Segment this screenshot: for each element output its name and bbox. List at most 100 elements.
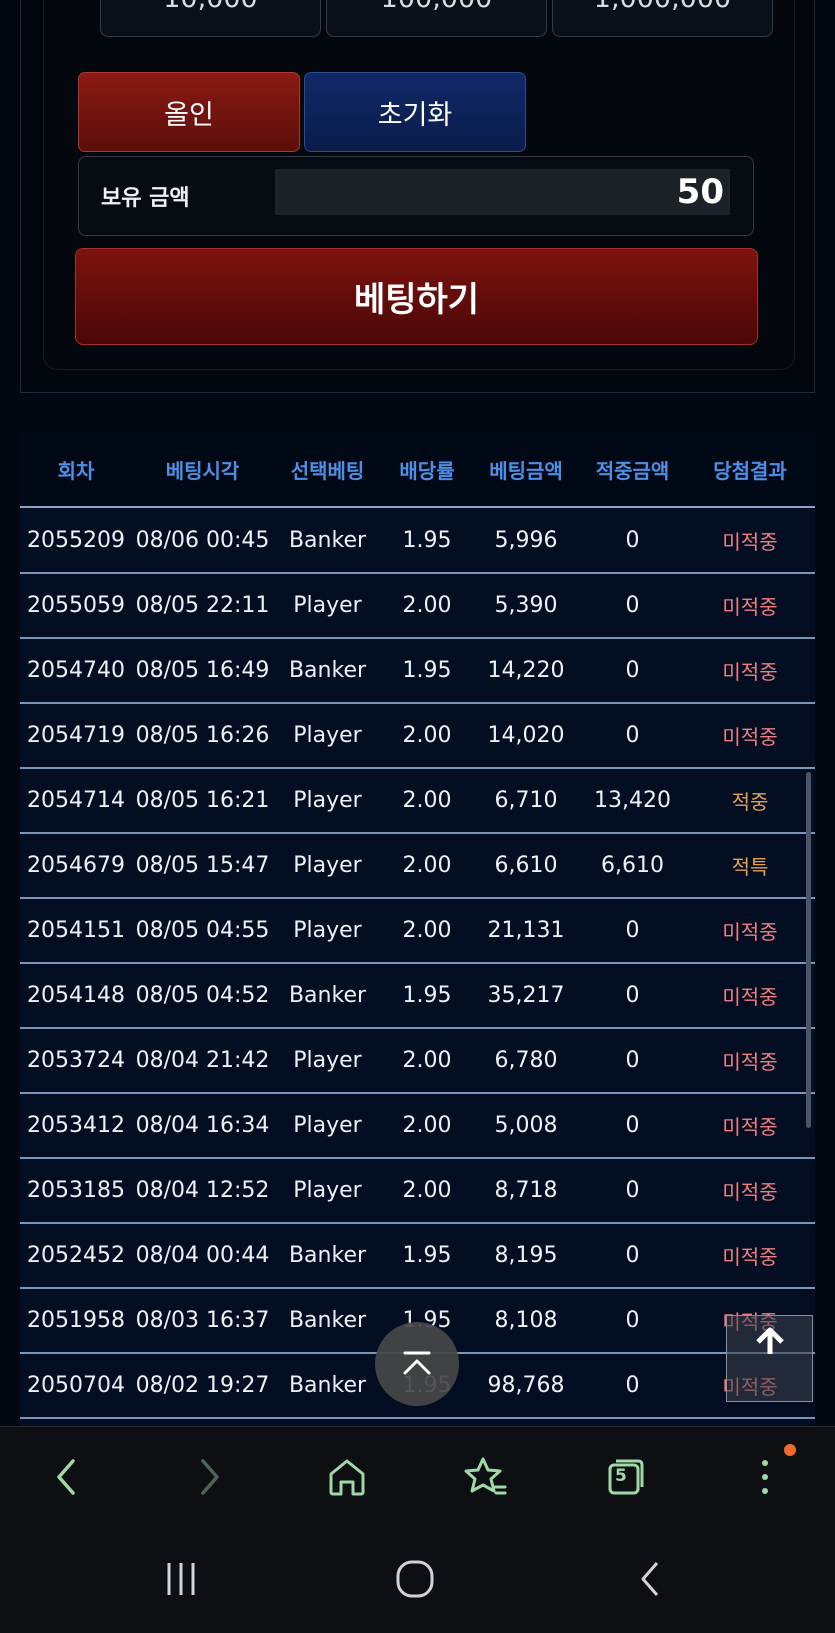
table-header: 회차 베팅시각 선택베팅 배당률 베팅금액 적중금액 당첨결과 (20, 430, 815, 508)
round-cell: 2053412 (27, 1113, 125, 1138)
recent-apps-button[interactable] (151, 1554, 211, 1604)
table-row: 2054679 08/05 15:47 Player 2.00 6,610 6,610 적특 (20, 834, 815, 899)
odds-cell: 2.00 (402, 788, 452, 813)
bet-time-cell: 08/05 16:49 (135, 658, 270, 683)
round-cell: 2055059 (27, 593, 125, 618)
bet-time-cell: 08/04 16:34 (135, 1113, 270, 1138)
round-cell: 2054714 (27, 788, 125, 813)
result-cell: 적특 (731, 855, 769, 879)
odds-cell: 2.00 (402, 1113, 452, 1138)
recent-apps-icon (167, 1563, 195, 1595)
bet-time-cell: 08/05 15:47 (135, 853, 270, 878)
result-cell: 미적중 (722, 1115, 778, 1139)
result-cell: 미적중 (722, 1245, 778, 1269)
tab-count: 5 (615, 1466, 627, 1486)
round-cell: 2054719 (27, 723, 125, 748)
selection-cell: Player (293, 723, 362, 748)
result-cell: 미적중 (722, 530, 778, 554)
selection-cell: Player (293, 918, 362, 943)
back-icon (57, 1459, 75, 1495)
table-row: 2053724 08/04 21:42 Player 2.00 6,780 0 미적중 (20, 1029, 815, 1094)
back-button[interactable] (38, 1449, 94, 1505)
bet-amount-cell: 98,768 (487, 1373, 565, 1398)
round-cell: 2054740 (27, 658, 125, 683)
chip-1000000-button[interactable]: 1,000,000 (552, 0, 773, 37)
win-amount-cell: 0 (625, 1113, 640, 1138)
column-header: 회차 (57, 458, 95, 483)
win-amount-cell: 0 (625, 658, 640, 683)
selection-cell: Player (293, 788, 362, 813)
table-scrollbar[interactable] (806, 772, 811, 1128)
selection-cell: Banker (288, 1308, 367, 1333)
tabs-button[interactable]: 5 (598, 1449, 654, 1505)
balance-value: 50 (275, 169, 730, 215)
table-row: 2054148 08/05 04:52 Banker 1.95 35,217 0 미적중 (20, 964, 815, 1029)
bet-time-cell: 08/04 21:42 (135, 1048, 270, 1073)
selection-cell: Player (293, 593, 362, 618)
odds-cell: 2.00 (402, 723, 452, 748)
bet-amount-cell: 21,131 (487, 918, 565, 943)
allin-button[interactable]: 올인 (78, 72, 300, 152)
bet-time-cell: 08/02 19:27 (135, 1373, 270, 1398)
bet-time-cell: 08/05 16:26 (135, 723, 270, 748)
bet-amount-cell: 35,217 (487, 983, 565, 1008)
round-cell: 2050704 (27, 1373, 125, 1398)
bet-amount-cell: 8,108 (494, 1308, 558, 1333)
selection-cell: Banker (288, 1373, 367, 1398)
selection-cell: Player (293, 1113, 362, 1138)
table-row: 2054714 08/05 16:21 Player 2.00 6,710 13,420 적… (20, 769, 815, 834)
bet-amount-cell: 5,008 (494, 1113, 558, 1138)
system-home-button[interactable] (385, 1554, 445, 1604)
bookmarks-button[interactable] (458, 1449, 514, 1505)
forward-button[interactable] (182, 1449, 238, 1505)
bet-time-cell: 08/06 00:45 (135, 528, 270, 553)
win-amount-cell: 0 (625, 1048, 640, 1073)
bet-amount-cell: 14,020 (487, 723, 565, 748)
bet-time-cell: 08/05 16:21 (135, 788, 270, 813)
odds-cell: 1.95 (402, 983, 452, 1008)
odds-cell: 1.95 (402, 528, 452, 553)
odds-cell: 1.95 (402, 658, 452, 683)
more-icon (762, 1460, 768, 1494)
bet-history-table[interactable]: 회차 베팅시각 선택베팅 배당률 베팅금액 적중금액 당첨결과 2055209 08/06 0… (20, 430, 815, 1426)
bet-time-cell: 08/05 04:52 (135, 983, 270, 1008)
chip-100000-button[interactable]: 100,000 (326, 0, 547, 37)
system-back-button[interactable] (620, 1554, 680, 1604)
win-amount-cell: 0 (625, 918, 640, 943)
result-cell: 미적중 (722, 1050, 778, 1074)
table-row: 2054719 08/05 16:26 Player 2.00 14,020 0 미적중 (20, 704, 815, 769)
more-menu-button[interactable] (737, 1449, 793, 1505)
odds-cell: 2.00 (402, 593, 452, 618)
chip-10000-button[interactable]: 10,000 (100, 0, 321, 37)
table-row: 2053185 08/04 12:52 Player 2.00 8,718 0 미적중 (20, 1159, 815, 1224)
table-row: 2053412 08/04 16:34 Player 2.00 5,008 0 미적중 (20, 1094, 815, 1159)
scroll-to-top-button[interactable] (375, 1322, 459, 1406)
result-cell: 미적중 (722, 1180, 778, 1204)
reset-button[interactable]: 초기화 (304, 72, 526, 152)
chip-label: 10,000 (163, 0, 257, 14)
odds-cell: 2.00 (402, 1178, 452, 1203)
bet-amount-cell: 14,220 (487, 658, 565, 683)
win-amount-cell: 0 (625, 1178, 640, 1203)
system-back-icon (641, 1562, 659, 1596)
round-cell: 2053185 (27, 1178, 125, 1203)
win-amount-cell: 0 (625, 593, 640, 618)
table-row: 2052452 08/04 00:44 Banker 1.95 8,195 0 미적중 (20, 1224, 815, 1289)
round-cell: 2055209 (27, 528, 125, 553)
column-header: 선택베팅 (290, 458, 365, 483)
win-amount-cell: 13,420 (594, 788, 671, 813)
result-cell: 미적중 (722, 725, 778, 749)
odds-cell: 2.00 (402, 918, 452, 943)
result-cell: 미적중 (722, 660, 778, 684)
result-cell: 미적중 (722, 920, 778, 944)
chip-label: 1,000,000 (594, 0, 731, 14)
home-button[interactable] (319, 1449, 375, 1505)
odds-cell: 1.95 (402, 1243, 452, 1268)
scroll-top-icon (403, 1351, 431, 1375)
bet-amount-cell: 6,780 (494, 1048, 558, 1073)
bet-time-cell: 08/03 16:37 (135, 1308, 270, 1333)
page-up-button[interactable] (726, 1315, 813, 1402)
win-amount-cell: 0 (625, 528, 640, 553)
system-home-icon (396, 1560, 434, 1598)
place-bet-button[interactable]: 베팅하기 (75, 248, 758, 345)
